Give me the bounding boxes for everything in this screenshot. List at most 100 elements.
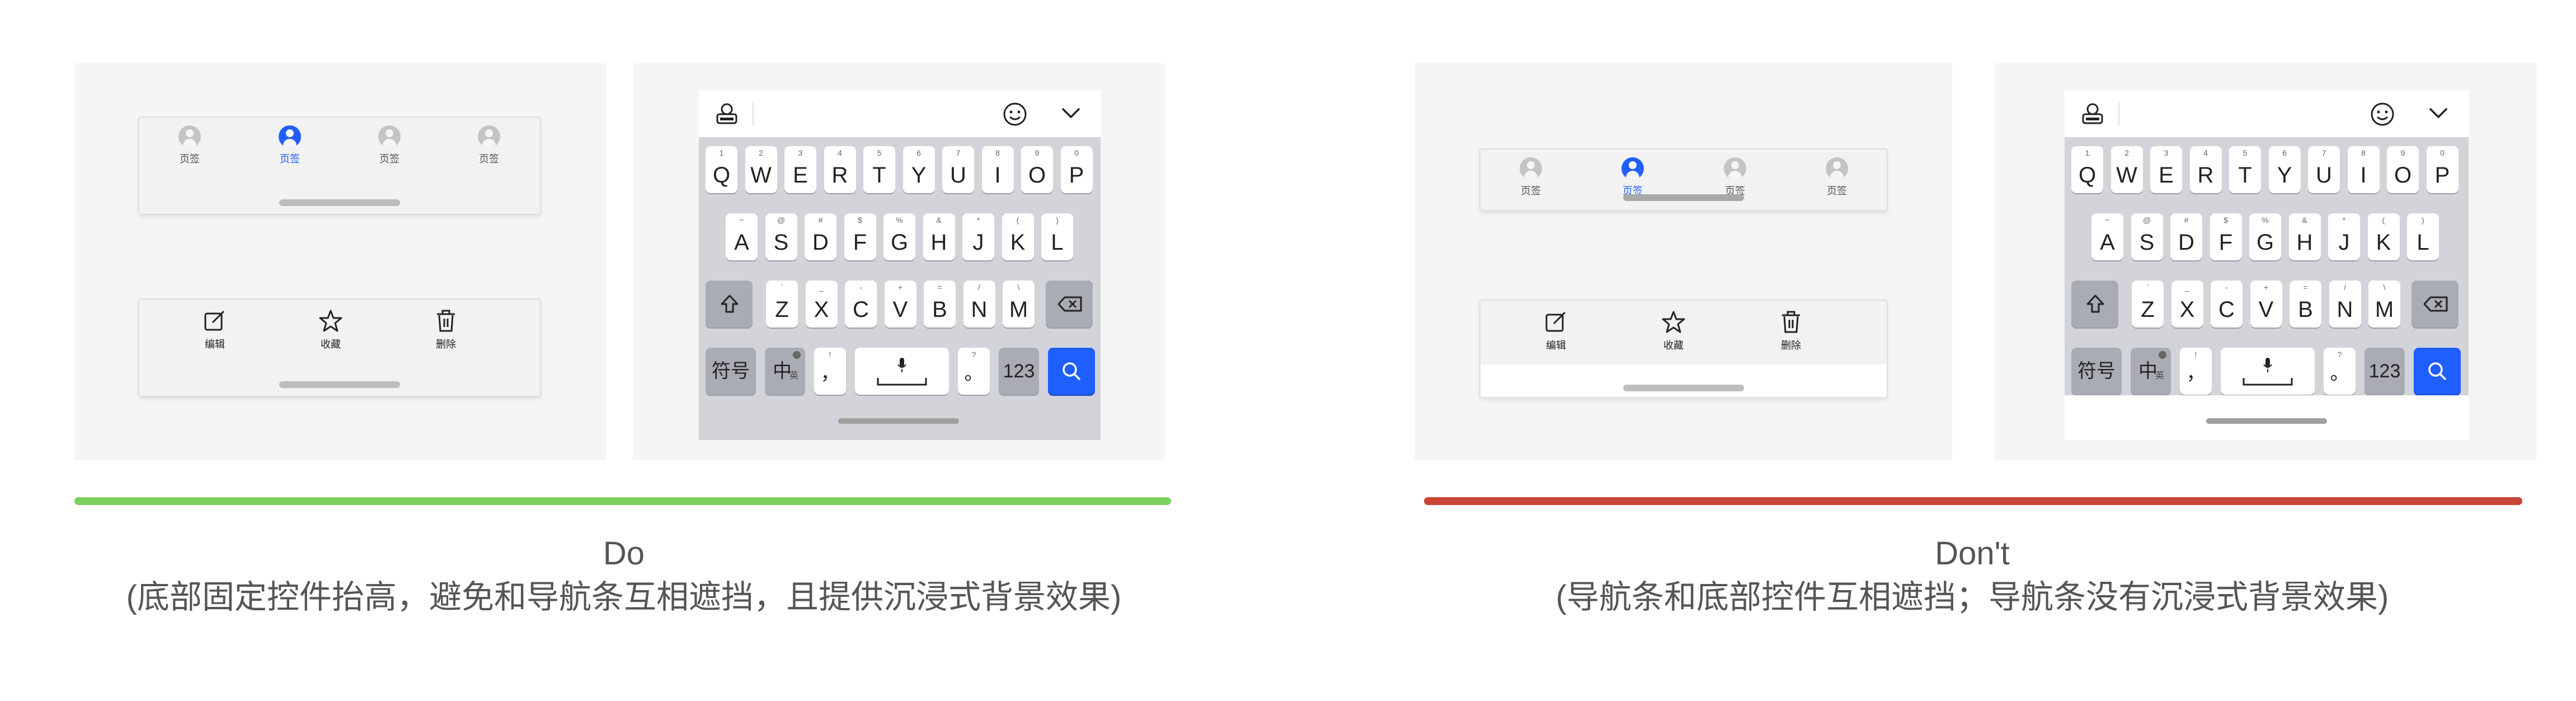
numbers-key[interactable]: 123 <box>2365 348 2405 395</box>
key-y[interactable]: 6Y <box>902 146 935 193</box>
numbers-key[interactable]: 123 <box>999 348 1039 395</box>
tab-item-4[interactable]: 页签 <box>1812 157 1862 198</box>
key-d[interactable]: # D <box>805 213 836 260</box>
key-t[interactable]: 5T <box>863 146 895 193</box>
shift-key[interactable] <box>2071 281 2118 328</box>
key-g[interactable]: % G <box>2249 213 2281 260</box>
tab-item-4[interactable]: 页签 <box>464 125 514 166</box>
key-s[interactable]: @ S <box>765 213 797 260</box>
tab-item-3[interactable]: 页签 <box>364 125 415 166</box>
tab-item-3[interactable]: 页签 <box>1710 157 1760 198</box>
delete-button[interactable]: 删除 <box>421 309 471 351</box>
key-i[interactable]: 8I <box>2347 146 2380 193</box>
tab-item-1[interactable]: 页签 <box>164 125 215 166</box>
key-m[interactable]: \ M <box>2368 281 2400 328</box>
key-v[interactable]: + V <box>884 281 916 328</box>
key-u[interactable]: 7U <box>942 146 974 193</box>
key-r[interactable]: 4R <box>824 146 856 193</box>
key-o[interactable]: 9O <box>2387 146 2419 193</box>
key-f[interactable]: $ F <box>2210 213 2242 260</box>
chinese-english-key[interactable]: 中英 <box>765 348 805 395</box>
key-j[interactable]: * J <box>2328 213 2360 260</box>
key-g[interactable]: % G <box>883 213 915 260</box>
key-l[interactable]: ) L <box>2407 213 2439 260</box>
key-label: Q <box>712 163 731 188</box>
key-o[interactable]: 9O <box>1021 146 1053 193</box>
key-n[interactable]: / N <box>963 281 995 328</box>
keyboard-logo-icon[interactable] <box>714 101 739 126</box>
key-e[interactable]: 3E <box>2150 146 2182 193</box>
chevron-down-icon[interactable] <box>2428 105 2448 123</box>
edit-button[interactable]: 编辑 <box>1531 310 1581 352</box>
key-x[interactable]: _ X <box>2171 281 2203 328</box>
keyboard-toolbar <box>2065 90 2469 137</box>
key-label: U <box>2316 163 2332 188</box>
comma-key[interactable]: !， <box>814 348 846 395</box>
key-u[interactable]: 7U <box>2308 146 2340 193</box>
key-j[interactable]: * J <box>962 213 994 260</box>
settings-dot-icon <box>793 351 801 359</box>
tab-item-2-active[interactable]: 页签 <box>1607 157 1658 198</box>
mic-icon <box>897 358 906 372</box>
emoji-icon[interactable] <box>1002 101 1028 127</box>
key-p[interactable]: 0P <box>2426 146 2459 193</box>
space-key[interactable] <box>2221 348 2315 395</box>
delete-button[interactable]: 删除 <box>1766 310 1816 352</box>
shift-key[interactable] <box>706 281 753 328</box>
key-e[interactable]: 3E <box>784 146 816 193</box>
key-x[interactable]: _ X <box>805 281 838 328</box>
key-l[interactable]: ) L <box>1041 213 1073 260</box>
key-k[interactable]: (K <box>1002 213 1034 260</box>
key-q[interactable]: 1Q <box>2071 146 2103 193</box>
symbols-key[interactable]: 符号 <box>706 348 756 395</box>
key-a[interactable]: ~ A <box>2091 213 2123 260</box>
key-z[interactable]: ` Z <box>2132 281 2164 328</box>
key-s[interactable]: @ S <box>2131 213 2163 260</box>
key-w[interactable]: 2W <box>2110 146 2143 193</box>
symbols-key[interactable]: 符号 <box>2071 348 2122 395</box>
key-c[interactable]: -C <box>845 281 877 328</box>
chinese-english-key[interactable]: 中英 <box>2131 348 2171 395</box>
search-key[interactable] <box>2414 348 2461 395</box>
key-p[interactable]: 0P <box>1060 146 1093 193</box>
key-h[interactable]: & H <box>2288 213 2321 260</box>
key-h[interactable]: & H <box>923 213 955 260</box>
star-icon <box>1662 311 1685 333</box>
space-key[interactable] <box>855 348 949 395</box>
key-label: Y <box>911 163 927 188</box>
key-b[interactable]: = B <box>924 281 956 328</box>
emoji-icon[interactable] <box>2370 101 2395 127</box>
key-t[interactable]: 5T <box>2229 146 2261 193</box>
key-z[interactable]: ` Z <box>766 281 798 328</box>
tab-item-2-active[interactable]: 页签 <box>265 125 315 166</box>
key-w[interactable]: 2W <box>745 146 777 193</box>
key-m[interactable]: \ M <box>1003 281 1035 328</box>
delete-key[interactable] <box>1046 281 1093 328</box>
key-n[interactable]: / N <box>2329 281 2361 328</box>
key-q[interactable]: 1Q <box>706 146 737 193</box>
key-y[interactable]: 6Y <box>2268 146 2301 193</box>
key-i[interactable]: 8I <box>981 146 1014 193</box>
key-a[interactable]: ~ A <box>726 213 758 260</box>
key-k[interactable]: (K <box>2367 213 2400 260</box>
edit-button[interactable]: 编辑 <box>190 309 240 351</box>
key-d[interactable]: # D <box>2170 213 2202 260</box>
key-v[interactable]: + V <box>2250 281 2282 328</box>
delete-key[interactable] <box>2412 281 2459 328</box>
key-label: 123 <box>2368 361 2401 382</box>
period-key[interactable]: ?。 <box>958 348 990 395</box>
search-key[interactable] <box>1048 348 1095 395</box>
tab-item-1[interactable]: 页签 <box>1506 157 1556 198</box>
chevron-down-icon[interactable] <box>1061 105 1081 123</box>
collect-button[interactable]: 收藏 <box>1648 310 1699 352</box>
keyboard-logo-icon[interactable] <box>2080 101 2105 126</box>
key-f[interactable]: $ F <box>844 213 876 260</box>
period-key[interactable]: ?。 <box>2324 348 2356 395</box>
comma-key[interactable]: !， <box>2180 348 2212 395</box>
key-b[interactable]: = B <box>2290 281 2321 328</box>
collect-button[interactable]: 收藏 <box>305 309 356 351</box>
key-c[interactable]: -C <box>2211 281 2243 328</box>
key-sub-label: * <box>976 216 980 225</box>
key-label: K <box>1010 230 1026 255</box>
key-r[interactable]: 4R <box>2189 146 2222 193</box>
